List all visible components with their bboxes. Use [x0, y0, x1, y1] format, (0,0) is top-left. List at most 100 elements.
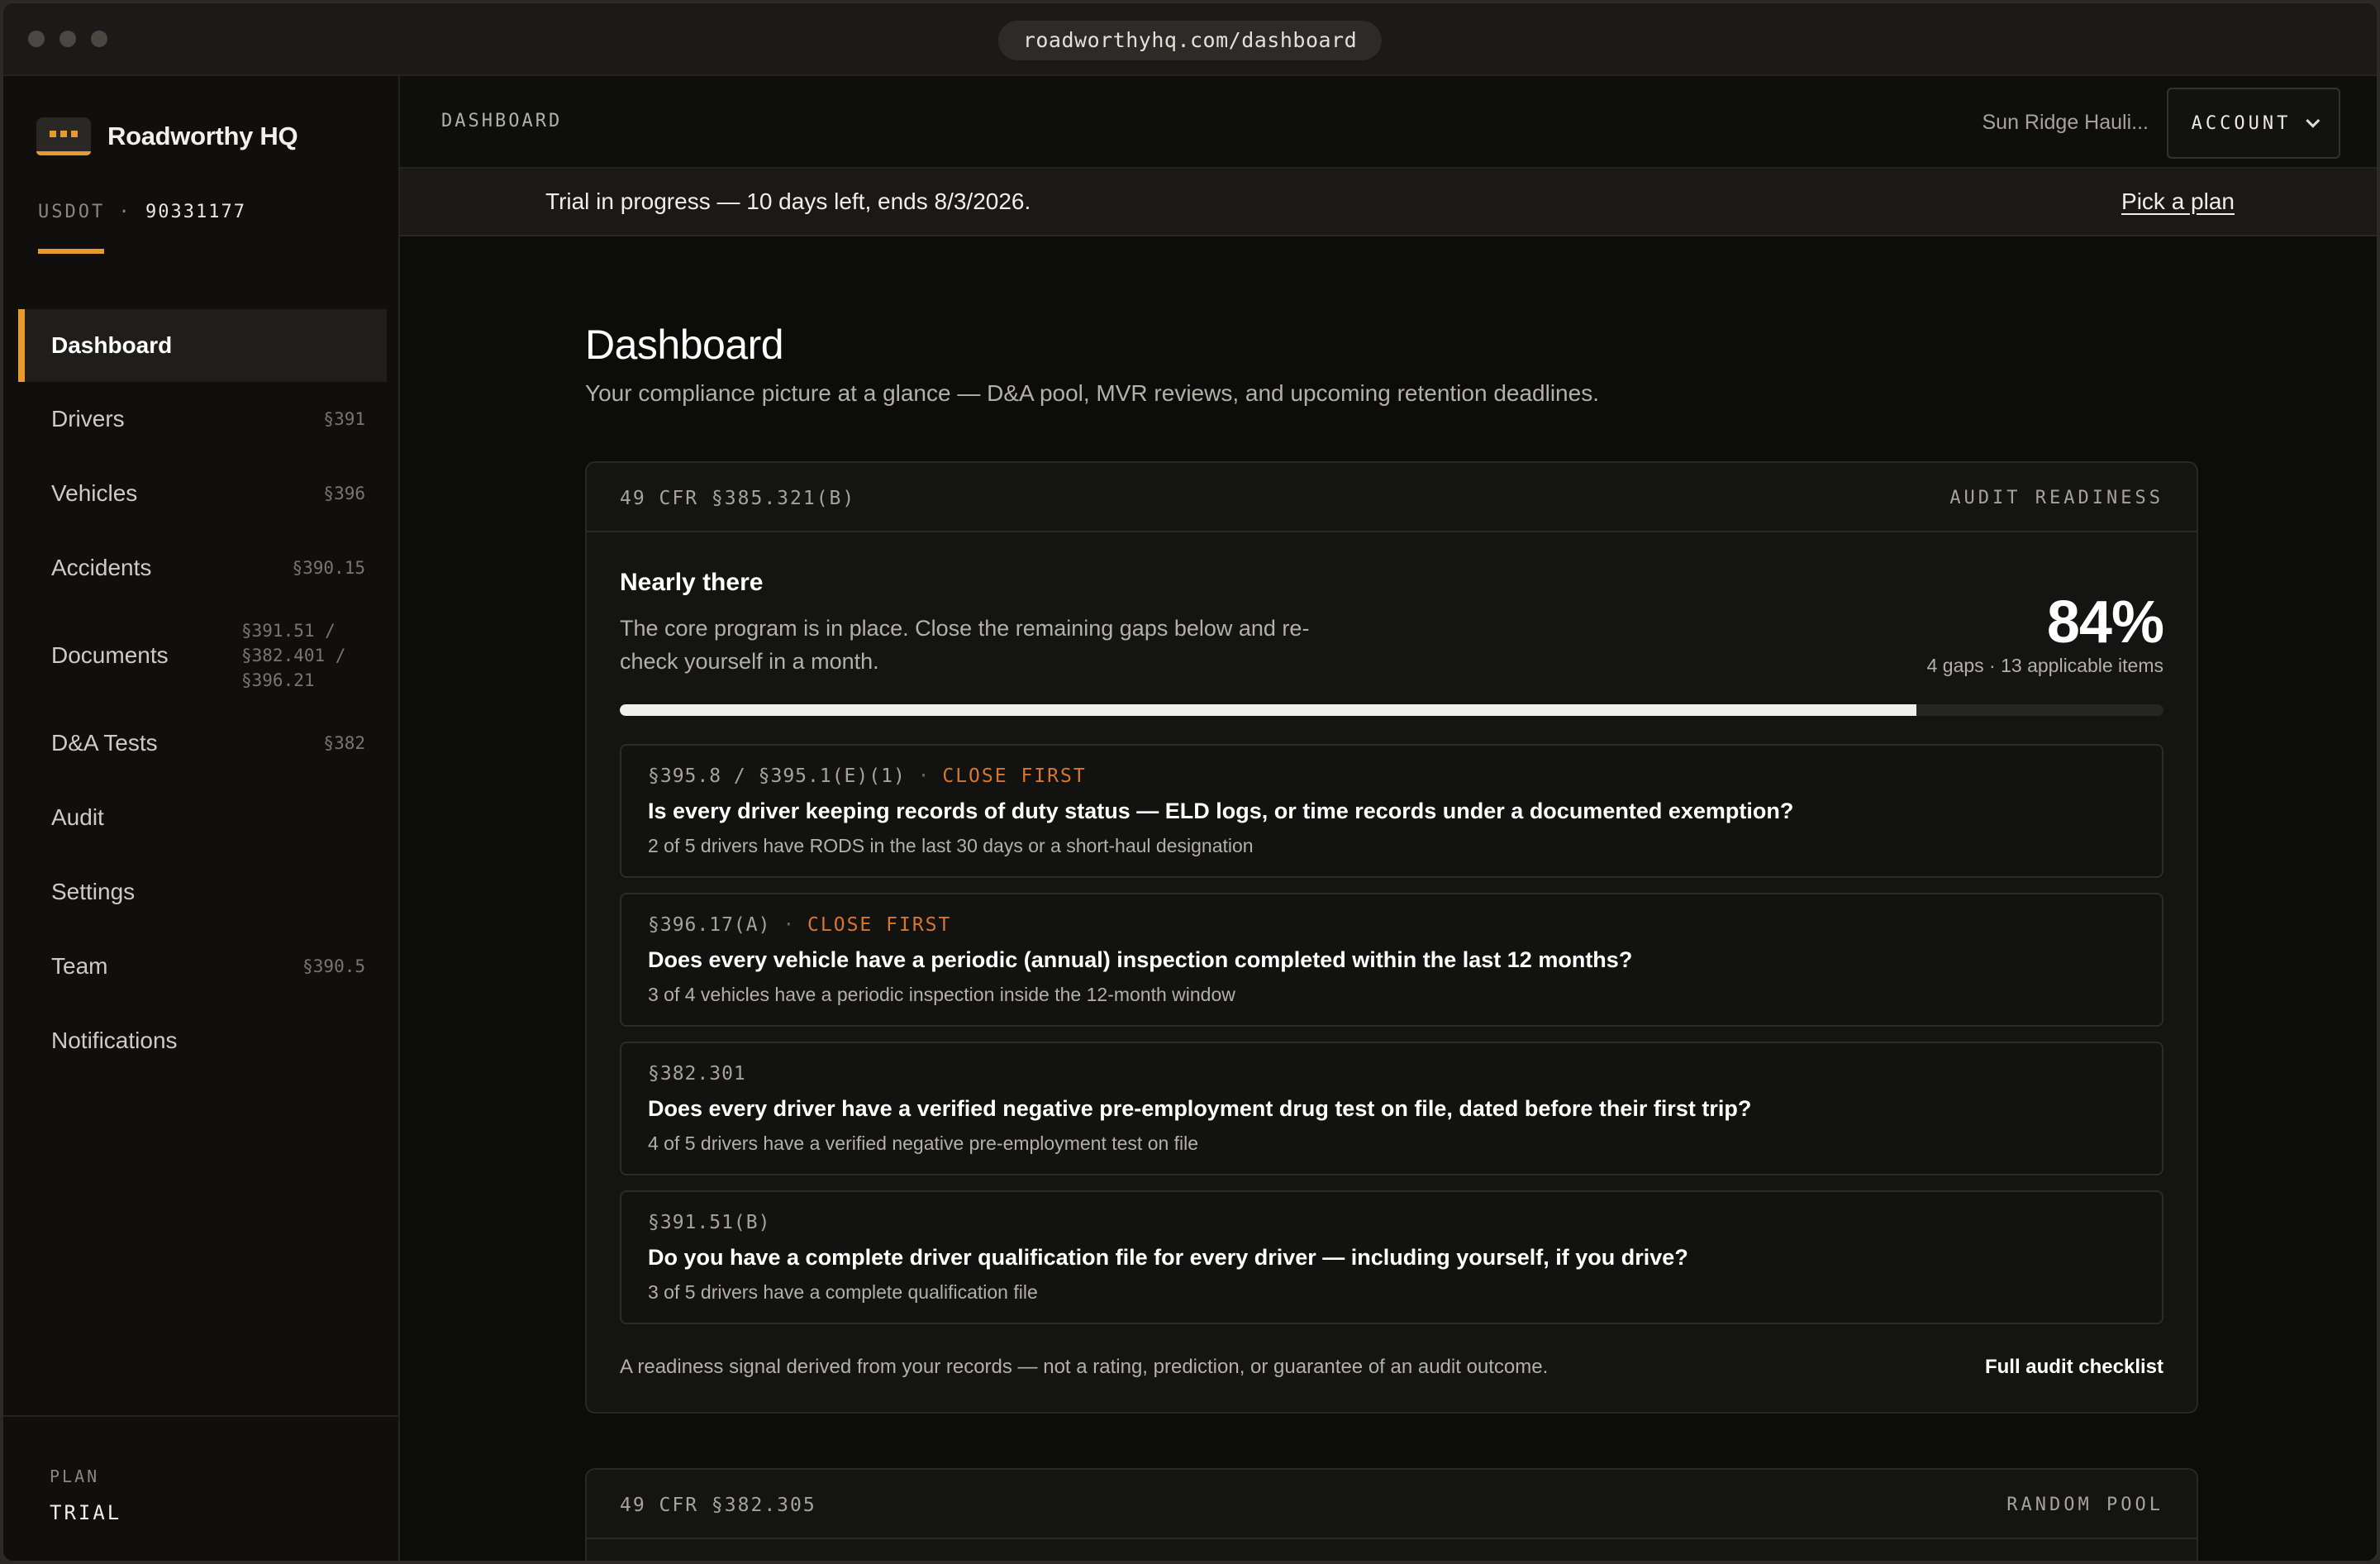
- gap-question: Do you have a complete driver qualificat…: [648, 1245, 1688, 1270]
- gap-code: §396.17(A) · CLOSE FIRST: [648, 914, 951, 936]
- regulation-code: 49 CFR §385.321(B): [620, 488, 856, 509]
- gap-regulation: §395.8 / §395.1(E)(1): [648, 765, 906, 787]
- page-subtitle: Your compliance picture at a glance — D&…: [585, 380, 1599, 406]
- browser-window: roadworthyhq.com/dashboard Roadworthy HQ…: [2, 2, 2378, 1562]
- brand-name: Roadworthy HQ: [107, 122, 298, 150]
- sidebar-item-label: Vehicles: [51, 480, 138, 506]
- sidebar-item-documents[interactable]: Documents §391.51 / §382.401 / §396.21: [18, 605, 387, 706]
- gap-regulation: §382.301: [648, 1063, 746, 1085]
- gap-priority-flag: CLOSE FIRST: [807, 914, 952, 936]
- gap-separator: ·: [783, 914, 808, 936]
- gap-regulation: §396.17(A): [648, 914, 771, 936]
- sidebar-item-ref: §391: [323, 409, 365, 429]
- sidebar-item-da-tests[interactable]: D&A Tests §382: [18, 706, 387, 780]
- sidebar-item-ref: §391.51 / §382.401 / §396.21: [241, 621, 346, 690]
- sidebar-item-vehicles[interactable]: Vehicles §396: [18, 456, 387, 531]
- window-controls: [28, 31, 107, 47]
- usdot-number: USDOT · 90331177: [38, 202, 246, 222]
- gap-item[interactable]: §396.17(A) · CLOSE FIRST Does every vehi…: [620, 893, 2163, 1027]
- regulation-code: 49 CFR §382.305: [620, 1495, 816, 1516]
- sidebar-item-label: Documents: [51, 642, 169, 668]
- breadcrumb: DASHBOARD: [441, 111, 563, 131]
- readiness-meta: 4 gaps · 13 applicable items: [1926, 655, 2163, 676]
- gap-code: §391.51(B): [648, 1212, 770, 1233]
- usdot-separator: ·: [118, 202, 132, 222]
- gap-code: §382.301: [648, 1063, 746, 1085]
- plan-label: PLAN: [50, 1466, 100, 1486]
- sidebar-item-accidents[interactable]: Accidents §390.15: [18, 531, 387, 605]
- random-pool-card: 49 CFR §382.305 RANDOM POOL: [585, 1468, 2198, 1561]
- sidebar-item-label: D&A Tests: [51, 730, 158, 756]
- card-footer: A readiness signal derived from your rec…: [620, 1356, 2163, 1379]
- organization-name: Sun Ridge Hauli...: [1982, 111, 2149, 134]
- card-header: 49 CFR §382.305 RANDOM POOL: [587, 1470, 2197, 1539]
- sidebar-item-ref: §390.5: [302, 956, 365, 976]
- trial-message: Trial in progress — 10 days left, ends 8…: [545, 188, 1031, 214]
- gap-code: §395.8 / §395.1(E)(1) · CLOSE FIRST: [648, 765, 1087, 787]
- sidebar-item-settings[interactable]: Settings: [18, 855, 387, 929]
- sidebar-item-label: Accidents: [51, 555, 152, 580]
- sidebar-item-label: Dashboard: [51, 332, 173, 358]
- audit-readiness-card: 49 CFR §385.321(B) AUDIT READINESS Nearl…: [585, 461, 2198, 1414]
- maximize-window-dot[interactable]: [91, 31, 107, 47]
- readiness-status: Nearly there: [620, 569, 764, 596]
- gap-detail: 3 of 4 vehicles have a periodic inspecti…: [648, 984, 1235, 1005]
- plan-indicator: PLAN TRIAL: [3, 1415, 398, 1561]
- url-bar[interactable]: roadworthyhq.com/dashboard: [997, 21, 1383, 60]
- full-audit-checklist-link[interactable]: Full audit checklist: [1985, 1356, 2163, 1379]
- sidebar-item-label: Audit: [51, 804, 104, 830]
- sidebar-nav: Dashboard Drivers §391 Vehicles §396 Acc…: [18, 309, 387, 1078]
- gap-separator: ·: [917, 765, 943, 787]
- sidebar-item-ref: §396: [323, 484, 365, 503]
- account-menu-button[interactable]: ACCOUNT: [2167, 88, 2340, 159]
- card-header: 49 CFR §385.321(B) AUDIT READINESS: [587, 463, 2197, 532]
- gap-priority-flag: CLOSE FIRST: [942, 765, 1087, 787]
- sidebar-item-label: Team: [51, 953, 108, 979]
- readiness-progress-bar: [620, 704, 2163, 716]
- gap-detail: 3 of 5 drivers have a complete qualifica…: [648, 1281, 1038, 1303]
- close-window-dot[interactable]: [28, 31, 45, 47]
- card-tag: RANDOM POOL: [2006, 1495, 2163, 1515]
- card-tag: AUDIT READINESS: [1949, 488, 2163, 508]
- account-label: ACCOUNT: [2191, 112, 2292, 134]
- page-title: Dashboard: [585, 322, 784, 368]
- chevron-down-icon: [2306, 113, 2320, 128]
- readiness-description: The core program is in place. Close the …: [620, 616, 1310, 674]
- minimize-window-dot[interactable]: [60, 31, 76, 47]
- browser-chrome: roadworthyhq.com/dashboard: [3, 3, 2377, 76]
- usdot-value: 90331177: [145, 202, 246, 222]
- usdot-label: USDOT: [38, 202, 106, 222]
- trial-banner: Trial in progress — 10 days left, ends 8…: [400, 169, 2377, 236]
- gap-item[interactable]: §382.301 Does every driver have a verifi…: [620, 1042, 2163, 1175]
- gap-question: Does every driver have a verified negati…: [648, 1096, 1752, 1121]
- readiness-disclaimer: A readiness signal derived from your rec…: [620, 1356, 1549, 1378]
- gap-item[interactable]: §395.8 / §395.1(E)(1) · CLOSE FIRST Is e…: [620, 744, 2163, 878]
- readiness-percent: 84%: [2046, 589, 2164, 656]
- gap-list: §395.8 / §395.1(E)(1) · CLOSE FIRST Is e…: [620, 744, 2163, 1339]
- pick-plan-link[interactable]: Pick a plan: [2121, 188, 2235, 215]
- gap-detail: 4 of 5 drivers have a verified negative …: [648, 1132, 1199, 1154]
- gap-question: Is every driver keeping records of duty …: [648, 799, 1794, 823]
- sidebar-item-label: Notifications: [51, 1028, 178, 1053]
- truck-logo-icon: [36, 117, 91, 155]
- gap-regulation: §391.51(B): [648, 1212, 771, 1233]
- gap-item[interactable]: §391.51(B) Do you have a complete driver…: [620, 1190, 2163, 1324]
- brand[interactable]: Roadworthy HQ: [36, 117, 298, 155]
- plan-value: TRIAL: [50, 1501, 122, 1524]
- gap-detail: 2 of 5 drivers have RODS in the last 30 …: [648, 835, 1254, 856]
- main-content: Dashboard Your compliance picture at a g…: [400, 238, 2377, 1561]
- sidebar-item-label: Settings: [51, 879, 136, 904]
- gap-question: Does every vehicle have a periodic (annu…: [648, 947, 1633, 972]
- topbar: DASHBOARD Sun Ridge Hauli... ACCOUNT: [400, 76, 2377, 169]
- sidebar-item-audit[interactable]: Audit: [18, 780, 387, 855]
- sidebar-item-drivers[interactable]: Drivers §391: [18, 382, 387, 456]
- usdot-underline: [38, 249, 104, 254]
- sidebar-item-ref: §382: [323, 733, 365, 753]
- sidebar-item-team[interactable]: Team §390.5: [18, 929, 387, 1004]
- sidebar-item-ref: §390.15: [292, 558, 365, 578]
- sidebar: Roadworthy HQ USDOT · 90331177 Dashboard…: [3, 76, 400, 1561]
- sidebar-item-notifications[interactable]: Notifications: [18, 1004, 387, 1078]
- progress-fill: [620, 704, 1917, 716]
- sidebar-item-label: Drivers: [51, 406, 125, 432]
- sidebar-item-dashboard[interactable]: Dashboard: [18, 309, 387, 382]
